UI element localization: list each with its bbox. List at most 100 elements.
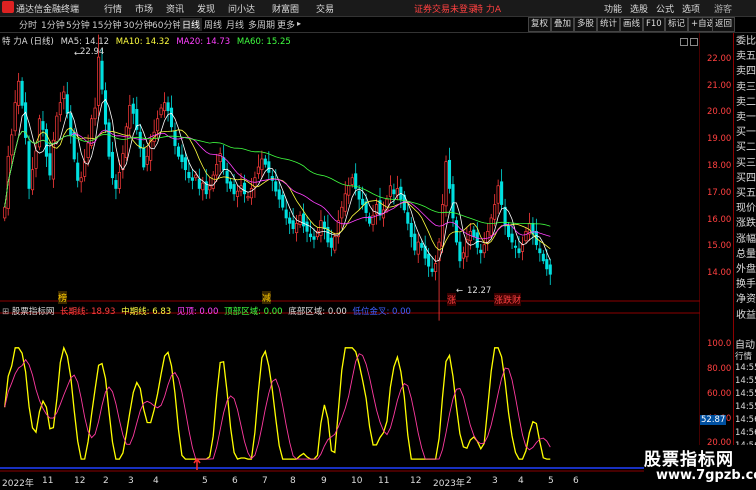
period-15min[interactable]: 15分钟 xyxy=(90,18,123,31)
candle-body xyxy=(357,190,361,200)
app-title: 通达信金融终端 xyxy=(16,5,80,15)
candle-body xyxy=(190,177,194,181)
kline-chart[interactable] xyxy=(0,33,700,476)
date-tick-label: 2023年 xyxy=(433,479,465,489)
candle-body xyxy=(500,181,504,205)
candle-body xyxy=(256,166,260,175)
menu-ask[interactable]: 问小达 xyxy=(228,2,255,15)
menu-formula[interactable]: 公式 xyxy=(656,2,674,15)
event-marker-2[interactable]: 减 xyxy=(262,291,272,304)
candle-body xyxy=(117,172,121,189)
title-bar: 通达信金融终端 行情 市场 资讯 发现 问小达 财富圈 交易 证券交易未登录 特… xyxy=(0,0,756,17)
candle-body xyxy=(388,185,392,197)
candle-body xyxy=(100,60,104,90)
candle-body xyxy=(329,237,333,248)
period-60min[interactable]: 60分钟 xyxy=(150,18,183,31)
f10-button[interactable]: F10 xyxy=(643,17,665,32)
candle-body xyxy=(458,241,462,262)
candle-body xyxy=(235,190,240,197)
candle-body xyxy=(281,194,285,208)
candle-body xyxy=(90,118,94,146)
candle-body xyxy=(305,221,309,232)
candle-body xyxy=(86,142,90,158)
period-more[interactable]: 更多 xyxy=(275,18,297,31)
sidebar-field-label: 买五 xyxy=(736,188,756,199)
menu-wealth[interactable]: 财富圈 xyxy=(272,2,299,15)
candle-body xyxy=(176,146,181,157)
candle-body xyxy=(420,243,424,248)
indicator-legend: ⊞ 股票指标网 长期线: 18.93 中期线: 6.83 见顶: 0.00 顶部… xyxy=(2,305,411,317)
candle-body xyxy=(201,182,205,191)
candle-body xyxy=(194,174,198,179)
candle-body xyxy=(128,105,132,129)
candle-body xyxy=(124,126,128,158)
candle-body xyxy=(284,209,288,219)
date-tick-label: 3 xyxy=(492,476,498,486)
sidebar-field-label: 卖一 xyxy=(736,112,756,123)
mark-button[interactable]: 标记 xyxy=(665,17,689,32)
period-multi[interactable]: 多周期 xyxy=(246,18,277,31)
indicator-name[interactable]: 股票指标网 xyxy=(12,307,55,317)
price-tick-label: 18.00 xyxy=(707,161,732,172)
candle-body xyxy=(55,115,59,142)
candle-body xyxy=(472,229,476,238)
menu-discover[interactable]: 发现 xyxy=(197,2,215,15)
indicator-current-value: 52.87 xyxy=(700,415,727,425)
period-timeshare[interactable]: 分时 xyxy=(17,18,39,31)
date-tick-label: 3 xyxy=(128,476,134,486)
indicator-tick-label: 60.00 xyxy=(707,388,732,399)
sidebar-tab-auto[interactable]: 自动 xyxy=(735,336,755,351)
period-daily[interactable]: 日线 xyxy=(180,18,203,31)
login-status[interactable]: 证券交易未登录 xyxy=(414,2,477,15)
menu-trade[interactable]: 交易 xyxy=(316,2,334,15)
date-tick-label: 12 xyxy=(74,476,86,486)
candle-body xyxy=(69,113,73,136)
candle-body xyxy=(79,177,83,183)
candle-body xyxy=(409,222,413,238)
date-tick-label: 5 xyxy=(548,476,554,486)
panel-menu-icon[interactable]: ⊞ xyxy=(2,307,9,317)
menu-function[interactable]: 功能 xyxy=(604,2,622,15)
event-marker-4[interactable]: 涨跌财 xyxy=(494,293,522,306)
menu-news[interactable]: 资讯 xyxy=(166,2,184,15)
candle-body xyxy=(97,56,101,106)
candle-body xyxy=(103,90,108,125)
menu-quotes[interactable]: 行情 xyxy=(104,2,122,15)
price-tick-label: 20.00 xyxy=(707,107,732,118)
candle-body xyxy=(510,233,514,243)
period-weekly[interactable]: 周线 xyxy=(202,18,224,31)
draw-button[interactable]: 画线 xyxy=(620,17,644,32)
stats-button[interactable]: 统计 xyxy=(597,17,621,32)
menu-options[interactable]: 选项 xyxy=(682,2,700,15)
period-1min[interactable]: 1分钟 xyxy=(39,18,67,31)
multi-stock-button[interactable]: 多股 xyxy=(574,17,598,32)
adjust-button[interactable]: 复权 xyxy=(528,17,552,32)
candle-body xyxy=(215,163,219,176)
period-monthly[interactable]: 月线 xyxy=(224,18,246,31)
watermark: 股票指标网 www.7gpzb.com xyxy=(644,445,756,487)
menu-market[interactable]: 市场 xyxy=(135,2,153,15)
candle-body xyxy=(131,103,135,114)
back-button[interactable]: 返回 xyxy=(712,17,736,32)
candle-body xyxy=(138,131,142,149)
event-marker-1[interactable]: 榜 xyxy=(58,291,68,304)
price-tick-label: 16.00 xyxy=(707,214,732,225)
high-arrow-icon: ← xyxy=(74,49,82,59)
more-arrow-icon[interactable]: ▸ xyxy=(297,19,301,28)
menu-select[interactable]: 选股 xyxy=(630,2,648,15)
event-marker-3[interactable]: 涨 xyxy=(447,293,457,306)
sidebar-time: 14:55 xyxy=(735,376,756,386)
indicator-extra: 低位金叉: 0.00 xyxy=(352,307,411,317)
sidebar-time: 14:56 xyxy=(735,428,756,438)
candle-body xyxy=(482,244,486,254)
candle-body xyxy=(232,184,236,195)
candle-body xyxy=(30,169,35,191)
indicator-long: 长期线: 18.93 xyxy=(60,307,116,317)
sidebar-field-label: 卖五 xyxy=(736,51,756,63)
period-5min[interactable]: 5分钟 xyxy=(64,18,92,31)
candle-body xyxy=(461,252,465,259)
overlay-button[interactable]: 叠加 xyxy=(551,17,575,32)
candle-body xyxy=(434,263,438,272)
candle-body xyxy=(274,181,278,192)
guest-label[interactable]: 游客 xyxy=(714,2,732,15)
